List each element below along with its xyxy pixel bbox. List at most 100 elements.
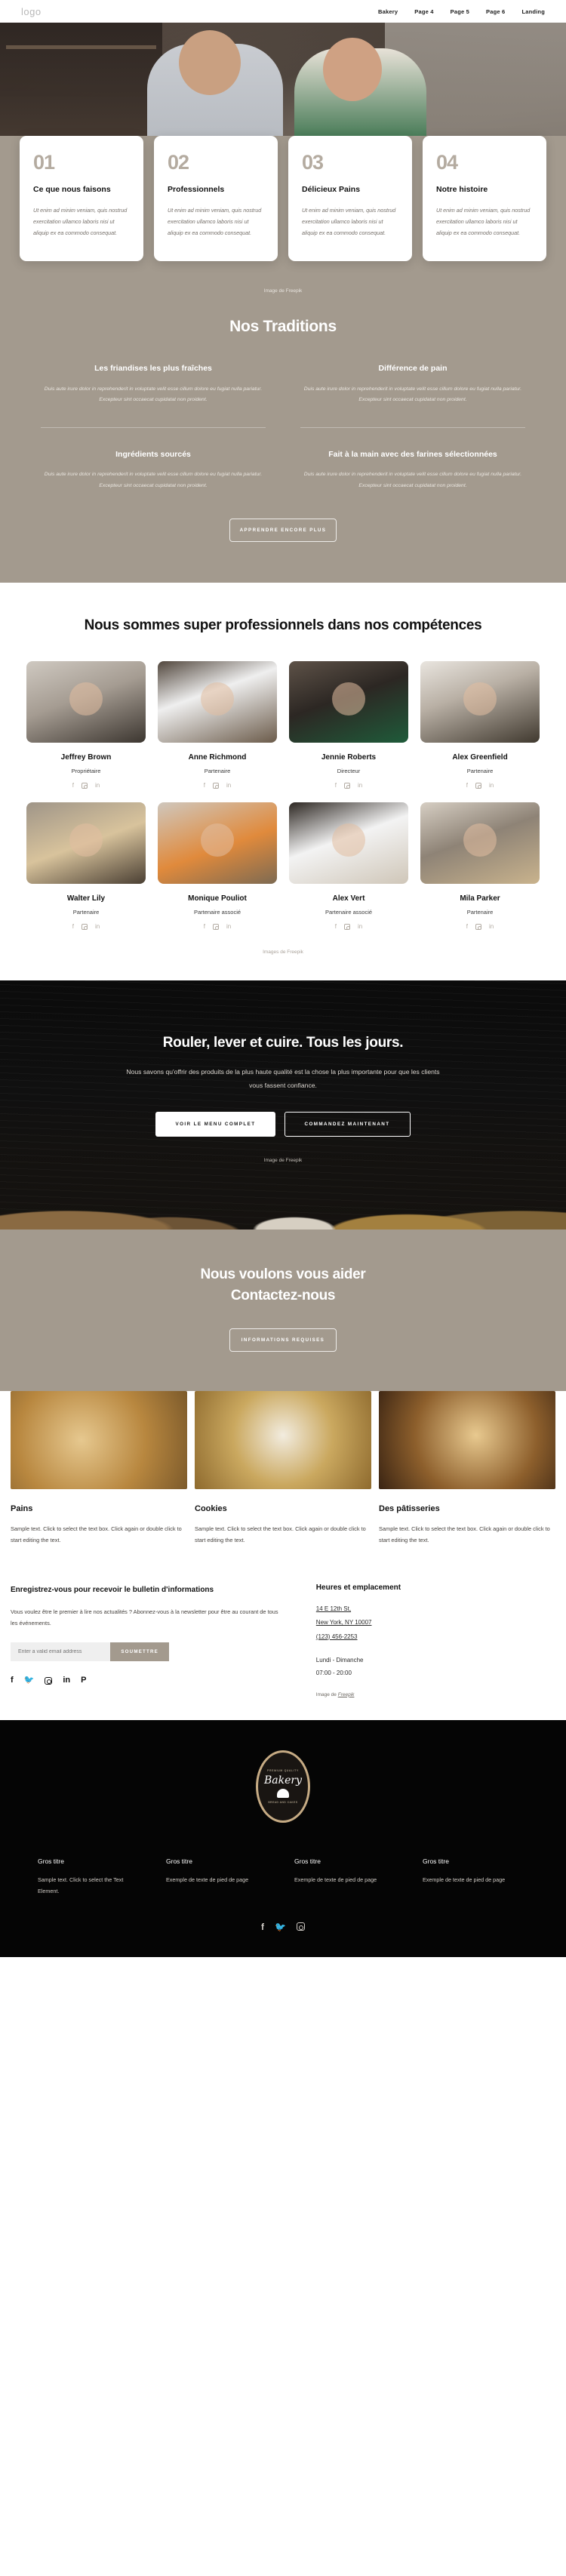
tradition-item: Fait à la main avec des farines sélectio…	[300, 426, 525, 512]
linkedin-icon[interactable]: in	[226, 782, 231, 789]
address-line-2[interactable]: New York, NY 10007	[316, 1616, 555, 1630]
main-nav: Bakery Page 4 Page 5 Page 6 Landing	[378, 8, 545, 15]
credit-link[interactable]: Freepik	[338, 1692, 355, 1697]
member-name: Alex Greenfield	[452, 752, 508, 762]
instagram-icon[interactable]	[475, 923, 481, 930]
facebook-icon[interactable]: f	[335, 923, 337, 930]
learn-more-button[interactable]: APPRENDRE ENCORE PLUS	[229, 518, 337, 542]
logo[interactable]: logo	[21, 6, 42, 17]
member-role: Partenaire	[466, 767, 494, 774]
facebook-icon[interactable]: f	[11, 1676, 14, 1685]
pinterest-icon[interactable]: P	[81, 1676, 86, 1685]
instagram-icon[interactable]	[82, 782, 88, 789]
traditions-grid: Les friandises les plus fraîches Duis au…	[0, 363, 566, 512]
instagram-icon[interactable]	[475, 782, 481, 789]
feature-text: Ut enim ad minim veniam, quis nostrud ex…	[33, 207, 128, 236]
instagram-icon[interactable]	[344, 923, 350, 930]
contact-section: Nous voulons vous aider Contactez-nous I…	[0, 1229, 566, 1391]
linkedin-icon[interactable]: in	[95, 782, 100, 789]
address-line-1[interactable]: 14 E 12th St,	[316, 1602, 555, 1616]
product-title: Pains	[11, 1503, 33, 1513]
order-now-button[interactable]: COMMANDEZ MAINTENANT	[284, 1111, 411, 1137]
member-social-links: f in	[420, 923, 540, 930]
linkedin-icon[interactable]: in	[489, 923, 494, 930]
linkedin-icon[interactable]: in	[63, 1676, 70, 1685]
credit-prefix: Image de	[315, 1691, 338, 1697]
member-photo	[26, 802, 146, 884]
phone-link[interactable]: (123) 456-2253	[316, 1630, 555, 1644]
instagram-icon[interactable]	[45, 1676, 53, 1685]
member-photo	[420, 660, 540, 743]
member-photo	[158, 802, 277, 884]
facebook-icon[interactable]: f	[261, 1922, 264, 1931]
nav-item-bakery[interactable]: Bakery	[378, 8, 398, 15]
facebook-icon[interactable]: f	[335, 782, 337, 789]
nav-item-landing[interactable]: Landing	[521, 8, 545, 15]
member-name: Alex Vert	[332, 894, 365, 903]
linkedin-icon[interactable]: in	[226, 923, 231, 930]
badge-main-text: Bakery	[263, 1774, 302, 1787]
facebook-icon[interactable]: f	[72, 782, 74, 789]
product-image	[379, 1390, 555, 1489]
team-member: Jeffrey Brown Propriétaire f in	[26, 660, 146, 789]
feature-card[interactable]: 03 Délicieux Pains Ut enim ad minim veni…	[288, 136, 412, 262]
product-card: Pains Sample text. Click to select the t…	[11, 1390, 187, 1546]
facebook-icon[interactable]: f	[204, 923, 205, 930]
facebook-icon[interactable]: f	[204, 782, 205, 789]
tradition-title: Différence de pain	[378, 364, 448, 374]
member-role: Partenaire	[204, 767, 231, 774]
member-name: Jennie Roberts	[321, 752, 377, 762]
cta-description: Nous savons qu'offrir des produits de la…	[126, 1067, 440, 1089]
contact-image-credit[interactable]: Image de Freepik	[316, 1692, 555, 1697]
product-title: Cookies	[195, 1503, 227, 1513]
products-row: Pains Sample text. Click to select the t…	[0, 1390, 566, 1546]
cta-buttons: VOIR LE MENU COMPLET COMMANDEZ MAINTENAN…	[0, 1111, 566, 1137]
footer-column: Gros titre Exemple de texte de pied de p…	[294, 1857, 400, 1897]
twitter-icon[interactable]: 🐦	[24, 1676, 35, 1685]
submit-button[interactable]: SOUMETTRE	[110, 1642, 169, 1662]
hero-image-credit[interactable]: Image de Freepik	[0, 281, 566, 294]
member-role: Propriétaire	[71, 767, 101, 774]
linkedin-icon[interactable]: in	[95, 923, 100, 930]
tradition-item: Les friandises les plus fraîches Duis au…	[41, 363, 266, 426]
product-text: Sample text. Click to select the text bo…	[11, 1525, 182, 1543]
twitter-icon[interactable]: 🐦	[275, 1922, 286, 1931]
location-column: Heures et emplacement 14 E 12th St, New …	[316, 1583, 555, 1697]
instagram-icon[interactable]	[344, 782, 350, 789]
feature-text: Ut enim ad minim veniam, quis nostrud ex…	[302, 207, 396, 236]
team-member: Alex Vert Partenaire associé f in	[289, 802, 408, 930]
email-input[interactable]	[11, 1642, 111, 1662]
member-social-links: f in	[289, 923, 408, 930]
linkedin-icon[interactable]: in	[358, 923, 362, 930]
instagram-icon[interactable]	[213, 782, 219, 789]
instagram-icon[interactable]	[82, 923, 88, 930]
facebook-icon[interactable]: f	[72, 923, 74, 930]
instagram-icon[interactable]	[213, 923, 219, 930]
member-social-links: f in	[289, 782, 408, 789]
instagram-icon[interactable]	[296, 1922, 305, 1931]
linkedin-icon[interactable]: in	[358, 782, 362, 789]
team-image-credit[interactable]: Images de Freepik	[0, 943, 566, 955]
product-text: Sample text. Click to select the text bo…	[195, 1525, 366, 1543]
member-social-links: f in	[26, 923, 146, 930]
nav-item-page6[interactable]: Page 6	[486, 8, 505, 15]
feature-card[interactable]: 02 Professionnels Ut enim ad minim venia…	[154, 136, 278, 262]
feature-card[interactable]: 01 Ce que nous faisons Ut enim ad minim …	[20, 136, 143, 262]
social-links: f 🐦 in P	[11, 1676, 286, 1685]
nav-item-page5[interactable]: Page 5	[451, 8, 469, 15]
facebook-icon[interactable]: f	[466, 782, 468, 789]
nav-item-page4[interactable]: Page 4	[414, 8, 433, 15]
team-member: Walter Lily Partenaire f in	[26, 802, 146, 930]
newsletter-section: Enregistrez-vous pour recevoir le bullet…	[0, 1563, 566, 1720]
feature-card[interactable]: 04 Notre histoire Ut enim ad minim venia…	[423, 136, 546, 262]
team-member: Mila Parker Partenaire f in	[420, 802, 540, 930]
member-name: Monique Pouliot	[188, 894, 247, 903]
facebook-icon[interactable]: f	[466, 923, 468, 930]
footer-column-text: Sample text. Click to select the Text El…	[38, 1876, 124, 1894]
member-name: Walter Lily	[66, 894, 106, 903]
footer-column-text: Exemple de texte de pied de page	[423, 1876, 506, 1883]
required-info-button[interactable]: INFORMATIONS REQUISES	[229, 1328, 337, 1352]
view-menu-button[interactable]: VOIR LE MENU COMPLET	[155, 1111, 275, 1137]
member-photo	[420, 802, 540, 884]
linkedin-icon[interactable]: in	[489, 782, 494, 789]
